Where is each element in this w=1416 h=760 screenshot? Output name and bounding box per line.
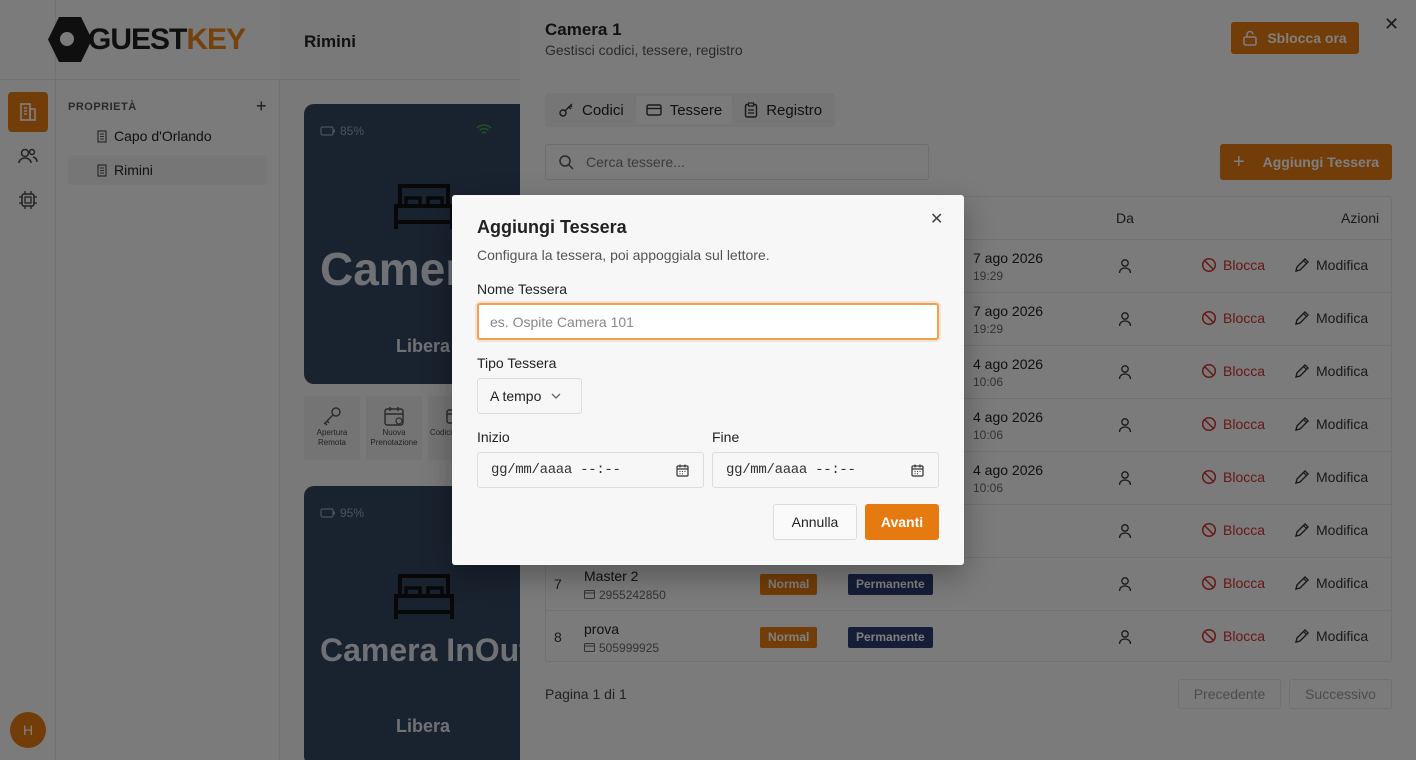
end-datetime-placeholder: gg/mm/aaaa --:-- — [726, 462, 856, 478]
start-label: Inizio — [477, 429, 510, 445]
dialog-close-icon[interactable]: ✕ — [930, 209, 943, 229]
end-datetime-input[interactable]: gg/mm/aaaa --:-- — [712, 452, 939, 488]
dialog-title: Aggiungi Tessera — [477, 217, 627, 237]
card-name-input[interactable] — [477, 303, 939, 340]
card-type-select[interactable]: A tempo — [477, 378, 582, 414]
calendar-icon — [911, 464, 924, 477]
card-type-label: Tipo Tessera — [477, 355, 557, 371]
card-type-value: A tempo — [490, 388, 542, 404]
dialog-description: Configura la tessera, poi appoggiala sul… — [477, 247, 770, 263]
next-button[interactable]: Avanti — [865, 504, 939, 540]
start-datetime-placeholder: gg/mm/aaaa --:-- — [491, 462, 621, 478]
start-datetime-input[interactable]: gg/mm/aaaa --:-- — [477, 452, 704, 488]
end-label: Fine — [712, 429, 740, 445]
chevron-down-icon — [551, 393, 561, 399]
cancel-button[interactable]: Annulla — [773, 504, 857, 540]
add-card-dialog: Aggiungi Tessera Configura la tessera, p… — [452, 195, 964, 565]
backdrop-overlay[interactable] — [0, 0, 520, 760]
calendar-icon — [676, 464, 689, 477]
card-name-label: Nome Tessera — [477, 281, 568, 297]
